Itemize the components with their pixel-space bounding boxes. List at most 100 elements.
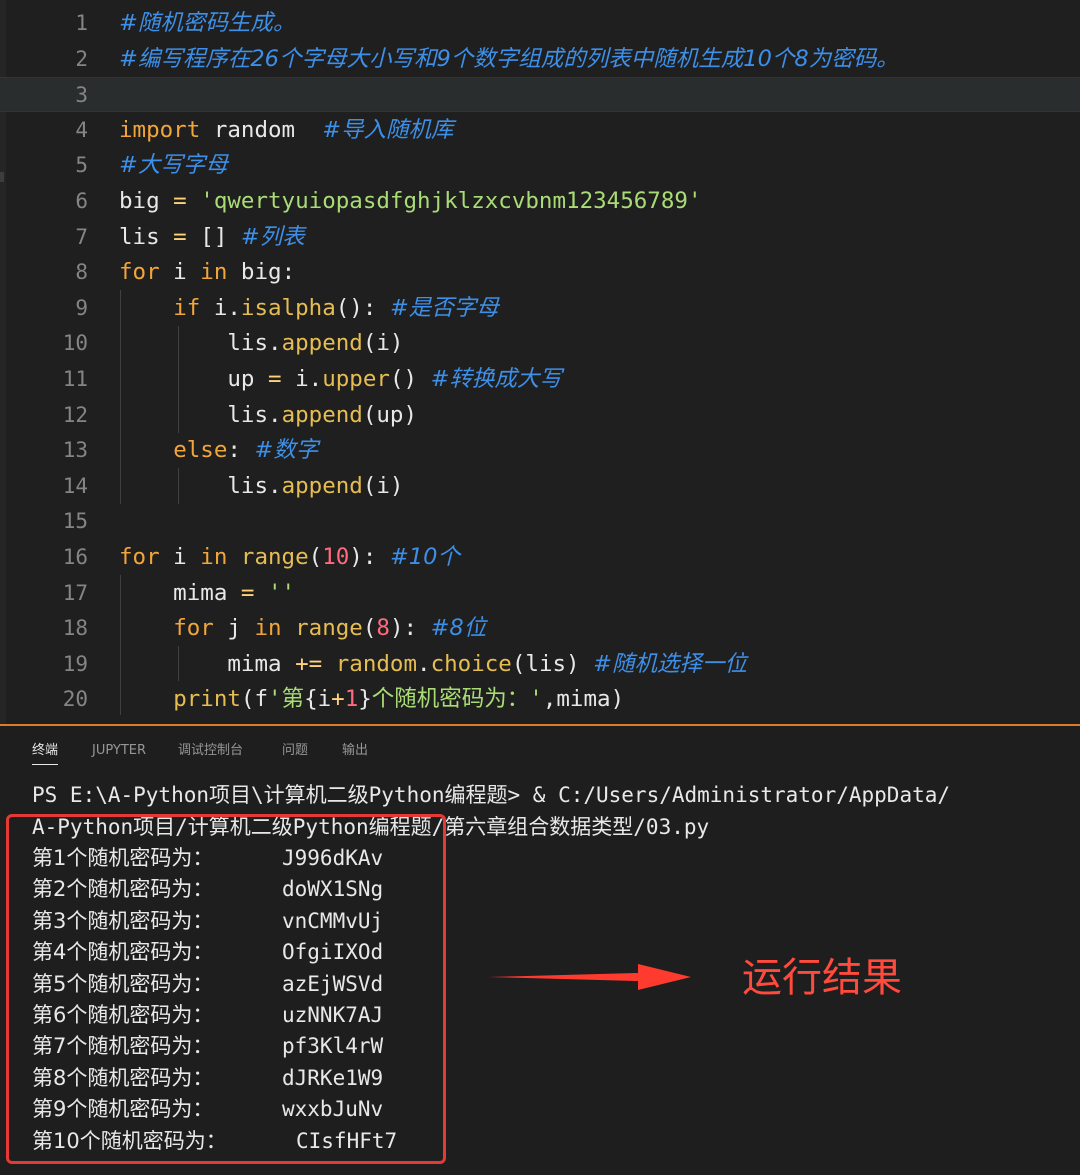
code-text: import random #导入随机库 (119, 113, 454, 148)
code-token: (lis) (511, 650, 594, 677)
line-number: 20 (62, 687, 88, 712)
code-token: choice (430, 650, 512, 677)
code-token: #数字 (254, 437, 319, 464)
code-token: random (200, 116, 323, 143)
line-number: 7 (75, 224, 88, 249)
line-number: 2 (75, 46, 88, 71)
code-token: #导入随机库 (322, 116, 454, 143)
line-number: 3 (75, 83, 88, 108)
code-text: lis.append(up) (119, 398, 417, 433)
code-line[interactable]: 12 lis.append(up) (0, 398, 1080, 433)
code-line[interactable]: 16 for i in range(10): #10个 (0, 540, 1080, 575)
code-line[interactable]: 2 #编写程序在26个字母大小写和9个数字组成的列表中随机生成10个8为密码。 (0, 42, 1080, 77)
code-text: big = 'qwertyuiopasdfghjklzxcvbnm1234567… (119, 184, 702, 219)
code-token: big (119, 188, 160, 214)
code-token: mima (119, 579, 228, 606)
tab-terminal[interactable]: 终端 (32, 742, 59, 765)
code-line[interactable]: 10 lis.append(i) (0, 326, 1080, 361)
code-token: range (281, 615, 363, 642)
code-token: = (254, 366, 296, 392)
code-token: = (159, 223, 201, 250)
code-token: 个随机密码为：' (371, 686, 543, 713)
code-line[interactable]: 11 up = i.upper() #转换成大写 (0, 362, 1080, 397)
code-line[interactable]: 14 lis.append(i) (0, 469, 1080, 504)
code-token: + (331, 686, 345, 713)
code-text: up = i.upper() #转换成大写 (119, 362, 562, 397)
tab-debug-console[interactable]: 调试控制台 (178, 742, 243, 764)
code-editor[interactable]: 1 #随机密码生成。 2 #编写程序在26个字母大小写和9个数字组成的列表中随机生成1… (0, 0, 1080, 724)
code-line[interactable]: 18 for j in range(8): #8位 (0, 611, 1080, 646)
code-line[interactable]: 9 if i.isalpha(): #是否字母 (0, 291, 1080, 326)
line-number: 9 (75, 295, 88, 320)
line-number: 15 (62, 509, 88, 534)
indent-guide (178, 326, 179, 433)
code-text: #随机密码生成。 (119, 6, 295, 41)
code-token: = (159, 188, 201, 214)
code-token: } (358, 686, 372, 713)
code-text: mima = '' (119, 576, 295, 611)
code-text: lis.append(i) (119, 469, 403, 504)
code-token: in (200, 259, 228, 286)
code-line[interactable]: 5 #大写字母 (0, 148, 1080, 183)
tab-output[interactable]: 输出 (342, 742, 368, 764)
code-line[interactable]: 8 for i in big: (0, 255, 1080, 290)
panel-tabs: 终端 JUPYTER 调试控制台 问题 输出 (0, 726, 1080, 776)
code-token: [] (200, 223, 241, 250)
code-line[interactable]: 19 mima += random.choice(lis) #随机选择一位 (0, 647, 1080, 682)
code-token: ): (349, 544, 390, 570)
code-line[interactable]: 20 print(f'第{i+1}个随机密码为：',mima) (0, 682, 1080, 717)
code-line[interactable]: 13 else: #数字 (0, 433, 1080, 468)
code-token: for (173, 615, 214, 642)
code-token: #是否字母 (389, 294, 499, 321)
code-token: (i) (362, 330, 404, 357)
code-token: #8位 (430, 615, 487, 642)
tab-problems[interactable]: 问题 (282, 742, 308, 764)
code-text: mima += random.choice(lis) #随机选择一位 (119, 647, 747, 682)
code-token: (): (335, 294, 390, 321)
line-number: 5 (75, 153, 88, 178)
code-token: (i) (362, 472, 404, 499)
line-number: 4 (75, 117, 88, 142)
code-token: i (159, 544, 201, 570)
code-token: import (119, 116, 201, 143)
code-text: lis.append(i) (119, 326, 403, 361)
code-line[interactable]: 6 big = 'qwertyuiopasdfghjklzxcvbnm123456… (0, 184, 1080, 219)
code-token: : (227, 437, 255, 464)
code-token: lis. (119, 472, 282, 499)
code-line[interactable]: 7 lis = [] #列表 (0, 220, 1080, 255)
code-line[interactable]: 1 #随机密码生成。 (0, 6, 1080, 41)
code-token: #10个 (389, 544, 460, 570)
code-line[interactable]: 3 (0, 77, 1080, 113)
code-token: ( (362, 615, 377, 642)
code-line[interactable]: 17 mima = '' (0, 576, 1080, 611)
code-token: i. (295, 366, 323, 392)
line-number: 11 (62, 367, 88, 391)
code-token: append (281, 330, 363, 357)
code-token: 10 (322, 544, 350, 570)
line-number: 19 (62, 651, 88, 676)
code-token: if (173, 294, 201, 321)
code-token: #编写程序在26个字母大小写和9个数字组成的列表中随机生成10个8为密码。 (119, 45, 899, 72)
code-text: print(f'第{i+1}个随机密码为：',mima) (119, 682, 624, 717)
line-number: 12 (62, 402, 88, 427)
code-line[interactable]: 4 import random #导入随机库 (0, 113, 1080, 148)
indent-guide (178, 646, 179, 681)
line-number: 8 (75, 260, 88, 285)
code-token: '' (268, 579, 296, 606)
code-token: range (227, 544, 309, 570)
code-token: i (317, 686, 332, 713)
code-token: ,mima) (542, 686, 625, 713)
code-text: #编写程序在26个字母大小写和9个数字组成的列表中随机生成10个8为密码。 (119, 42, 899, 77)
code-token: #转换成大写 (430, 366, 562, 392)
code-token: lis (119, 223, 160, 250)
code-token: big (227, 259, 282, 286)
tab-jupyter[interactable]: JUPYTER (92, 742, 146, 764)
code-line[interactable]: 15 (0, 504, 1080, 539)
code-token: lis. (119, 330, 282, 357)
code-token: #大写字母 (119, 152, 228, 179)
code-text: else: #数字 (119, 433, 318, 468)
code-token: append (281, 401, 363, 428)
code-token: () (389, 366, 431, 392)
